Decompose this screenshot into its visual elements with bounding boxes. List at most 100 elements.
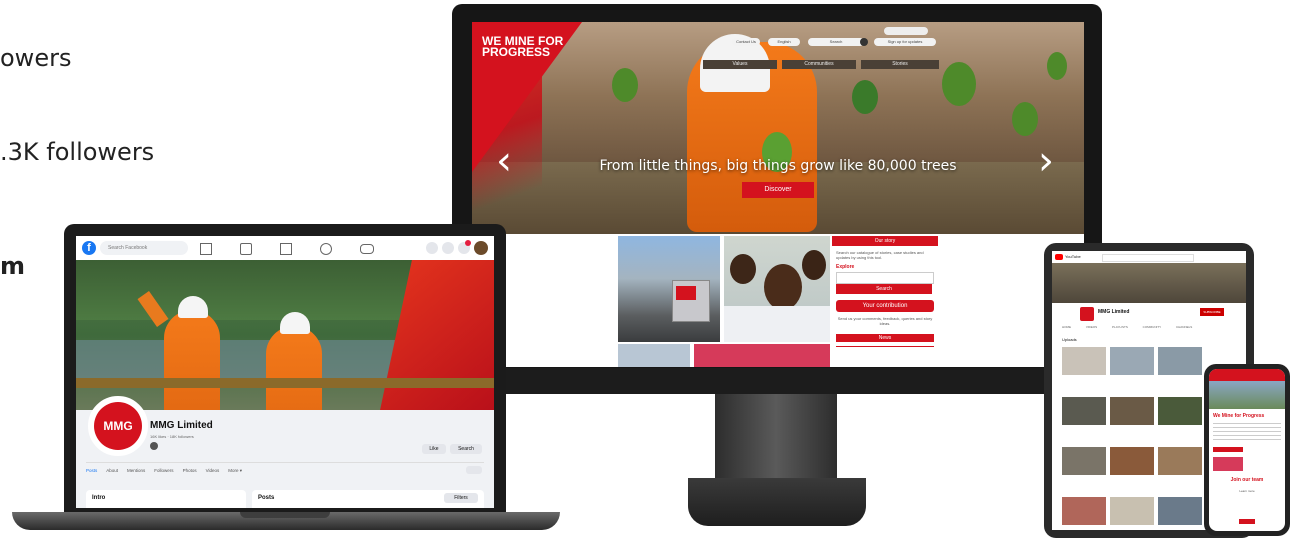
followers-text-2: .3K followers (0, 138, 155, 166)
channel-tabs: HOME VIDEOS PLAYLISTS COMMUNITY CHANNELS (1062, 325, 1246, 329)
marketplace-icon[interactable] (280, 243, 292, 255)
friend-avatar (150, 442, 158, 450)
notification-badge (465, 240, 471, 246)
tab-about[interactable]: About (106, 468, 118, 473)
nav-search-input[interactable]: Search (808, 38, 864, 46)
divider (86, 462, 484, 463)
railing (76, 378, 494, 388)
page-avatar[interactable]: MMG (88, 396, 148, 456)
explore-label: Explore (836, 264, 855, 270)
discover-button[interactable]: Discover (742, 182, 814, 198)
video-thumbnail[interactable] (1158, 447, 1202, 475)
like-button[interactable]: Like (422, 444, 446, 454)
mobile-cta[interactable] (1239, 519, 1255, 524)
mobile-button[interactable] (1213, 447, 1243, 452)
page-stats: 16K likes · 18K followers (150, 434, 194, 439)
tab-community[interactable]: COMMUNITY (1143, 325, 1161, 329)
hero-banner: WE MINE FOR PROGRESS Contact Us English … (472, 22, 1084, 234)
helmet (178, 296, 208, 318)
avatar[interactable] (474, 241, 488, 255)
website-text-fragment: m (0, 252, 26, 280)
video-thumbnail[interactable] (1062, 447, 1106, 475)
monitor-stand (715, 394, 837, 480)
nav-signup[interactable]: Sign up for updates (874, 38, 936, 46)
video-thumbnail[interactable] (1110, 347, 1154, 375)
filters-button[interactable]: Filters (444, 493, 478, 503)
mobile-card[interactable] (1213, 457, 1243, 471)
video-thumbnail[interactable] (1158, 347, 1202, 375)
learn-more-link[interactable]: Learn more (1209, 489, 1285, 493)
divider (836, 346, 934, 347)
laptop-notch (240, 512, 330, 518)
tab-posts[interactable]: Posts (86, 468, 97, 473)
monitor-base (688, 478, 866, 526)
helmet (280, 312, 310, 334)
intro-card: Intro (86, 490, 246, 508)
monitor-chin (452, 368, 1102, 394)
channel-banner (1052, 263, 1246, 303)
subscribe-button[interactable]: SUBSCRIBE (1200, 308, 1224, 316)
tab-values[interactable]: Values (703, 60, 777, 69)
video-thumbnail[interactable] (1158, 497, 1202, 525)
more-options-button[interactable] (466, 466, 482, 474)
video-thumbnail[interactable] (1062, 347, 1106, 375)
side-panel: Our story Search our catalogue of storie… (832, 236, 938, 367)
translate-widget[interactable] (884, 27, 928, 35)
tab-stories[interactable]: Stories (861, 60, 939, 69)
tab-playlists[interactable]: PLAYLISTS (1112, 325, 1128, 329)
hero-title: WE MINE FOR PROGRESS (482, 34, 564, 59)
page-tabs: Posts About Mentions Followers Photos Videos M… (86, 468, 251, 474)
worker-figure (266, 326, 322, 410)
messenger-icon[interactable] (442, 242, 454, 254)
tab-followers[interactable]: Followers (154, 468, 173, 473)
posts-title: Posts (258, 495, 275, 501)
search-page-button[interactable]: Search (450, 444, 482, 454)
youtube-logo-icon[interactable] (1055, 254, 1063, 260)
photo-tile (618, 344, 690, 367)
menu-icon[interactable] (426, 242, 438, 254)
home-icon[interactable] (200, 243, 212, 255)
story-search-button[interactable]: Search (836, 284, 932, 294)
channel-logo (1080, 307, 1094, 321)
website-screen: WE MINE FOR PROGRESS Contact Us English … (472, 22, 1084, 367)
facebook-screen: f Search Facebook MMG MMG Limited 16K li… (76, 236, 494, 508)
mobile-header (1209, 369, 1285, 381)
plant-image (1012, 102, 1038, 136)
video-thumbnail[interactable] (1062, 497, 1106, 525)
tab-home[interactable]: HOME (1062, 325, 1071, 329)
video-icon[interactable] (240, 243, 252, 255)
video-thumbnail[interactable] (1062, 397, 1106, 425)
plant-image (1047, 52, 1067, 80)
explore-input[interactable] (836, 272, 934, 284)
contribution-button[interactable]: Your contribution (836, 300, 934, 312)
tab-mentions[interactable]: Mentions (127, 468, 145, 473)
video-thumbnail[interactable] (1110, 397, 1154, 425)
tab-more[interactable]: More ▾ (228, 468, 242, 473)
content-grid: Our story Search our catalogue of storie… (472, 234, 1084, 367)
facebook-logo-icon[interactable]: f (82, 241, 96, 255)
video-thumbnail[interactable] (1110, 447, 1154, 475)
tab-videos[interactable]: VIDEOS (1086, 325, 1097, 329)
tab-videos[interactable]: Videos (206, 468, 220, 473)
nav-contact[interactable]: Contact Us (732, 38, 760, 46)
nav-language[interactable]: English (768, 38, 800, 46)
tab-channels[interactable]: CHANNELS (1176, 325, 1192, 329)
facebook-search-input[interactable]: Search Facebook (100, 241, 188, 255)
video-thumbnail[interactable] (1158, 397, 1202, 425)
mobile-text-block (1213, 423, 1281, 443)
groups-icon[interactable] (320, 243, 332, 255)
story-description: Search our catalogue of stories, case st… (836, 250, 924, 260)
youtube-logo-text: YouTube (1065, 254, 1081, 259)
tab-photos[interactable]: Photos (183, 468, 197, 473)
video-thumbnail[interactable] (1110, 497, 1154, 525)
gaming-icon[interactable] (360, 244, 374, 254)
plant-image (612, 68, 638, 102)
tab-communities[interactable]: Communities (782, 60, 856, 69)
intro-title: Intro (92, 495, 106, 501)
youtube-search-input[interactable] (1102, 254, 1194, 262)
contribution-description: Send us your comments, feedback, queries… (837, 316, 933, 326)
followers-text-1: owers (0, 44, 72, 72)
mobile-title: We Mine for Progress (1213, 413, 1265, 419)
join-team-heading: Join our team (1230, 477, 1264, 483)
search-icon[interactable] (860, 38, 868, 46)
